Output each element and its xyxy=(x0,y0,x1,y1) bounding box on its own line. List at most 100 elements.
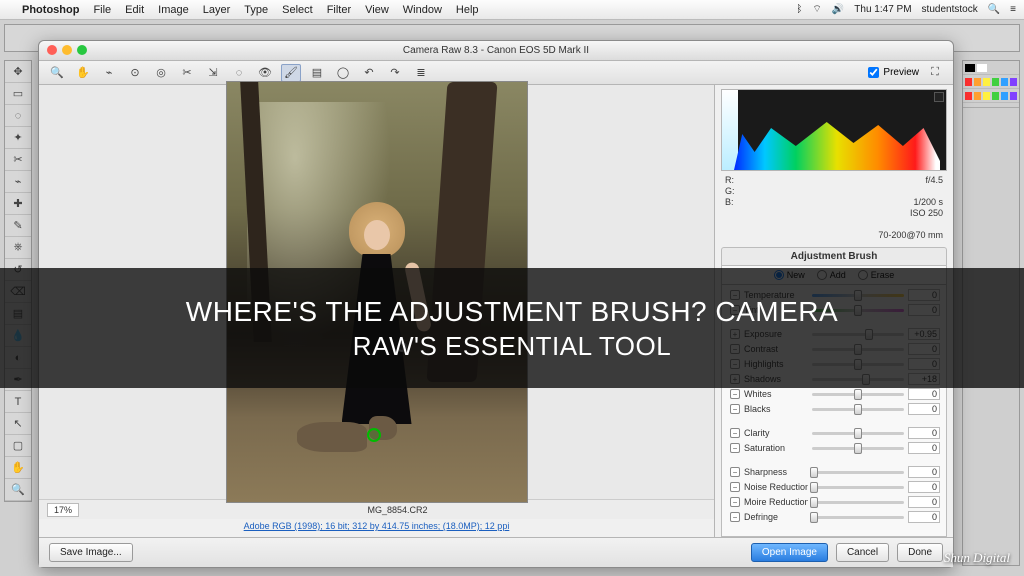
zoom-select[interactable]: 17% xyxy=(47,503,79,517)
tool-radial-filter-icon[interactable]: ◯ xyxy=(333,64,353,82)
slider-thumb[interactable] xyxy=(810,497,818,508)
slider-thumb[interactable] xyxy=(810,482,818,493)
ps-tool-move[interactable]: ✥ xyxy=(5,61,31,83)
slider-thumb[interactable] xyxy=(854,443,862,454)
tool-red-eye-icon[interactable]: 👁 xyxy=(255,64,275,82)
slider-thumb[interactable] xyxy=(854,389,862,400)
ps-tool-crop[interactable]: ✂ xyxy=(5,149,31,171)
wifi-icon[interactable]: ⌔ xyxy=(812,3,821,16)
slider-value[interactable]: 0 xyxy=(908,496,940,508)
slider-saturation[interactable]: −Saturation0 xyxy=(730,442,940,454)
swatch[interactable] xyxy=(983,92,990,100)
ps-swatch-row-1[interactable] xyxy=(963,75,1019,89)
ps-tool-shape[interactable]: ▢ xyxy=(5,435,31,457)
brush-pin-active[interactable] xyxy=(367,428,381,442)
slider-track[interactable] xyxy=(812,427,904,439)
tool-straighten-icon[interactable]: ⇲ xyxy=(203,64,223,82)
slider-track[interactable] xyxy=(812,403,904,415)
slider-toggle-icon[interactable]: − xyxy=(730,512,740,522)
user-name[interactable]: studentstock xyxy=(922,4,978,15)
slider-thumb[interactable] xyxy=(854,404,862,415)
menu-file[interactable]: File xyxy=(93,4,111,16)
swatch[interactable] xyxy=(1010,78,1017,86)
ps-tool-marquee[interactable]: ▭ xyxy=(5,83,31,105)
highlight-clip-icon[interactable] xyxy=(934,92,944,102)
ps-color-panel[interactable] xyxy=(963,61,1019,75)
menu-type[interactable]: Type xyxy=(244,4,268,16)
workflow-link[interactable]: Adobe RGB (1998); 16 bit; 312 by 414.75 … xyxy=(39,519,714,537)
slider-value[interactable]: 0 xyxy=(908,427,940,439)
open-image-button[interactable]: Open Image xyxy=(751,543,828,562)
slider-blacks[interactable]: −Blacks0 xyxy=(730,403,940,415)
swatch[interactable] xyxy=(974,78,981,86)
slider-toggle-icon[interactable]: − xyxy=(730,497,740,507)
ps-tool-brush[interactable]: ✎ xyxy=(5,215,31,237)
preview-checkbox[interactable] xyxy=(868,67,879,78)
slider-toggle-icon[interactable]: − xyxy=(730,389,740,399)
clock[interactable]: Thu 1:47 PM xyxy=(854,4,911,15)
tool-white-balance-icon[interactable]: ⌁ xyxy=(99,64,119,82)
slider-track[interactable] xyxy=(812,466,904,478)
ps-swatch-row-2[interactable] xyxy=(963,89,1019,103)
slider-value[interactable]: 0 xyxy=(908,388,940,400)
close-icon[interactable] xyxy=(47,45,57,55)
slider-value[interactable]: 0 xyxy=(908,466,940,478)
zoom-window-icon[interactable] xyxy=(77,45,87,55)
slider-toggle-icon[interactable]: − xyxy=(730,428,740,438)
done-button[interactable]: Done xyxy=(897,543,943,562)
slider-thumb[interactable] xyxy=(810,467,818,478)
ps-tool-eyedrop[interactable]: ⌁ xyxy=(5,171,31,193)
tool-spot-removal-icon[interactable]: ◌ xyxy=(229,64,249,82)
swatch[interactable] xyxy=(992,92,999,100)
menu-select[interactable]: Select xyxy=(282,4,313,16)
tool-hand-icon[interactable]: ✋ xyxy=(73,64,93,82)
menu-help[interactable]: Help xyxy=(456,4,479,16)
save-image-button[interactable]: Save Image... xyxy=(49,543,133,562)
bluetooth-icon[interactable]: ᛒ xyxy=(796,4,802,15)
ps-tool-zoom[interactable]: 🔍 xyxy=(5,479,31,501)
histogram[interactable] xyxy=(721,89,947,171)
slider-sharpness[interactable]: −Sharpness0 xyxy=(730,466,940,478)
tool-adjustment-brush-icon[interactable]: 🖌 xyxy=(281,64,301,82)
slider-whites[interactable]: −Whites0 xyxy=(730,388,940,400)
slider-value[interactable]: 0 xyxy=(908,511,940,523)
swatch[interactable] xyxy=(974,92,981,100)
tool-rotate-cw-icon[interactable]: ↷ xyxy=(385,64,405,82)
tool-rotate-ccw-icon[interactable]: ↶ xyxy=(359,64,379,82)
swatch[interactable] xyxy=(965,78,972,86)
spotlight-icon[interactable]: 🔍 xyxy=(988,4,1000,15)
ps-tool-heal[interactable]: ✚ xyxy=(5,193,31,215)
swatch[interactable] xyxy=(1010,92,1017,100)
slider-toggle-icon[interactable]: − xyxy=(730,404,740,414)
cancel-button[interactable]: Cancel xyxy=(836,543,889,562)
ps-tool-stamp[interactable]: ⎈ xyxy=(5,237,31,259)
slider-moire[interactable]: −Moire Reduction0 xyxy=(730,496,940,508)
slider-track[interactable] xyxy=(812,442,904,454)
ps-tool-hand[interactable]: ✋ xyxy=(5,457,31,479)
slider-track[interactable] xyxy=(812,511,904,523)
tool-zoom-icon[interactable]: 🔍 xyxy=(47,64,67,82)
slider-clarity[interactable]: −Clarity0 xyxy=(730,427,940,439)
slider-defringe[interactable]: −Defringe0 xyxy=(730,511,940,523)
minimize-icon[interactable] xyxy=(62,45,72,55)
preview-toggle[interactable]: Preview xyxy=(868,67,919,78)
swatch[interactable] xyxy=(965,92,972,100)
slider-toggle-icon[interactable]: − xyxy=(730,443,740,453)
menu-view[interactable]: View xyxy=(365,4,389,16)
tool-targeted-adjust-icon[interactable]: ◎ xyxy=(151,64,171,82)
slider-track[interactable] xyxy=(812,496,904,508)
ps-tool-type[interactable]: T xyxy=(5,391,31,413)
ps-tool-path[interactable]: ↖ xyxy=(5,413,31,435)
swatch[interactable] xyxy=(1001,78,1008,86)
menu-edit[interactable]: Edit xyxy=(125,4,144,16)
notification-center-icon[interactable]: ≡ xyxy=(1010,4,1016,15)
slider-value[interactable]: 0 xyxy=(908,403,940,415)
menu-window[interactable]: Window xyxy=(403,4,442,16)
volume-icon[interactable]: 🔊 xyxy=(832,4,844,15)
swatch[interactable] xyxy=(1001,92,1008,100)
ps-tool-wand[interactable]: ✦ xyxy=(5,127,31,149)
tool-graduated-filter-icon[interactable]: ▤ xyxy=(307,64,327,82)
tool-prefs-icon[interactable]: ≣ xyxy=(411,64,431,82)
menu-image[interactable]: Image xyxy=(158,4,189,16)
ps-tool-lasso[interactable]: ◌ xyxy=(5,105,31,127)
